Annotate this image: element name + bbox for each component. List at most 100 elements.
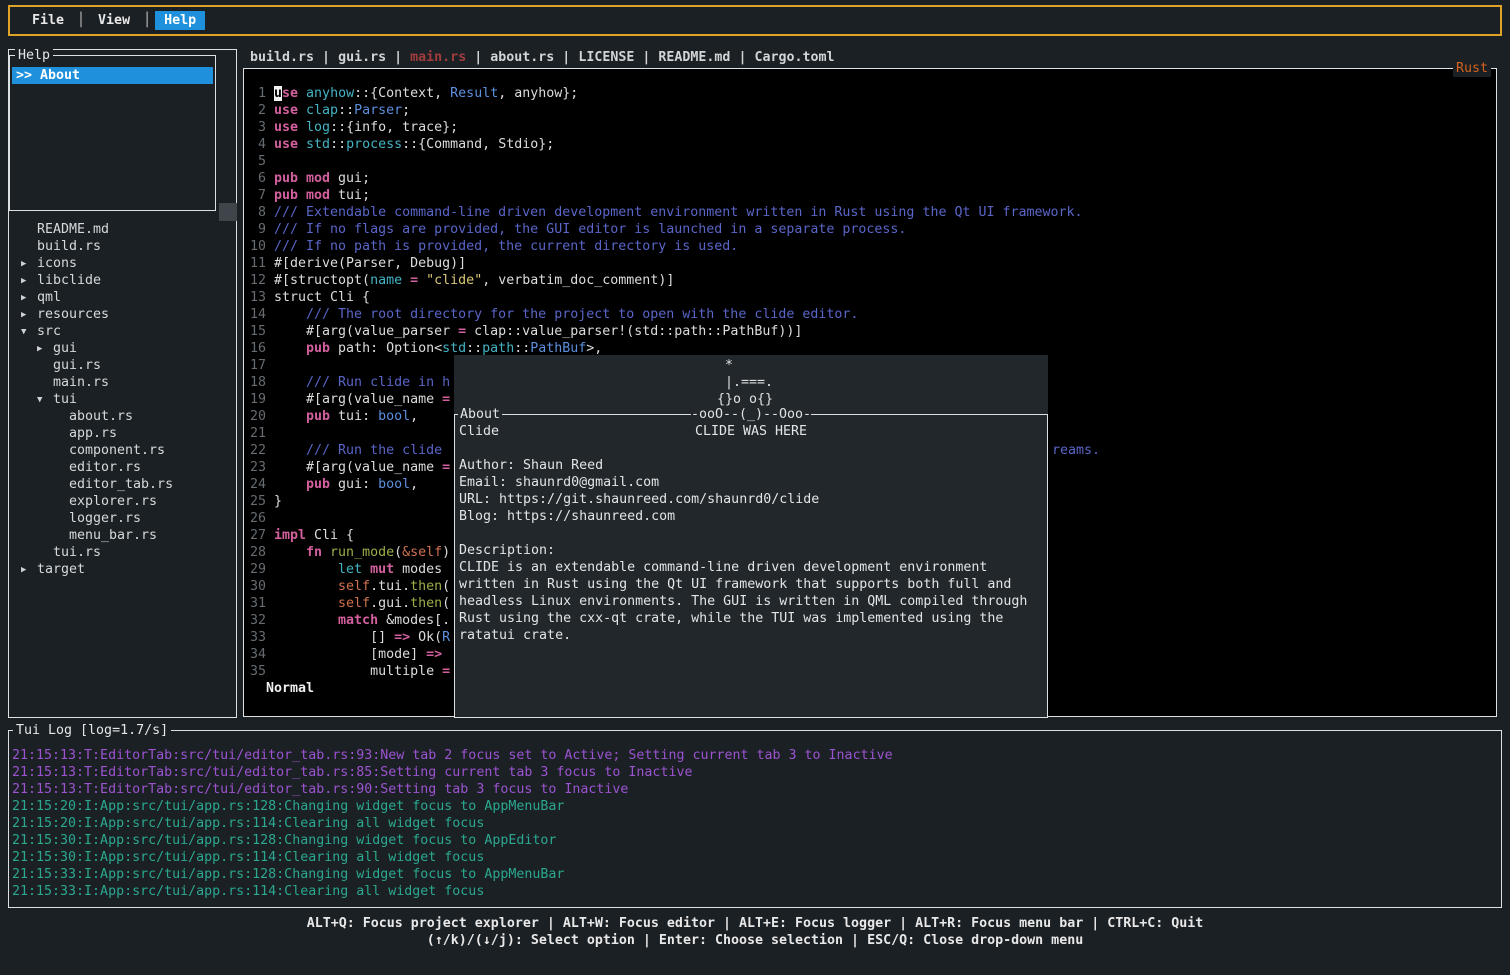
code-line[interactable]: 5 bbox=[244, 153, 1496, 170]
line-number: 27 bbox=[244, 527, 266, 544]
explorer-item-label: gui.rs bbox=[53, 358, 101, 373]
code-token: :: bbox=[466, 341, 482, 356]
about-description-line: CLIDE is an extendable command-line driv… bbox=[459, 559, 1043, 576]
line-number: 7 bbox=[244, 187, 266, 204]
explorer-item-label: src bbox=[37, 324, 61, 339]
code-line[interactable]: 8/// Extendable command-line driven deve… bbox=[244, 204, 1496, 221]
code-line[interactable]: 11 #[derive(Parser, Debug)] bbox=[244, 255, 1496, 272]
code-line[interactable]: 6pub mod gui; bbox=[244, 170, 1496, 187]
code-line[interactable]: 14 /// The root directory for the projec… bbox=[244, 306, 1496, 323]
explorer-item-app-rs[interactable]: app.rs bbox=[9, 425, 236, 442]
help-menu-item-about[interactable]: >> About bbox=[12, 67, 213, 84]
code-token: >, bbox=[586, 341, 602, 356]
code-token: , bbox=[410, 477, 418, 492]
code-line[interactable]: 4use std::process::{Command, Stdio}; bbox=[244, 136, 1496, 153]
explorer-item-label: app.rs bbox=[69, 426, 117, 441]
explorer-item-readme-md[interactable]: README.md bbox=[9, 221, 236, 238]
code-token: ::{info, trace}; bbox=[330, 120, 458, 135]
code-token: process bbox=[346, 137, 402, 152]
explorer-item-resources[interactable]: ▶resources bbox=[9, 306, 236, 323]
explorer-item-logger-rs[interactable]: logger.rs bbox=[9, 510, 236, 527]
tab-gui.rs[interactable]: gui.rs bbox=[338, 50, 386, 65]
code-line[interactable]: 15 #[arg(value_parser = clap::value_pars… bbox=[244, 323, 1496, 340]
code-line[interactable]: 7pub mod tui; bbox=[244, 187, 1496, 204]
about-field: Author: Shaun Reed bbox=[459, 457, 1043, 474]
code-text: struct Cli { bbox=[274, 290, 370, 305]
line-number: 11 bbox=[244, 255, 266, 272]
tab-license[interactable]: LICENSE bbox=[578, 50, 634, 65]
explorer-item-editor-tab-rs[interactable]: editor_tab.rs bbox=[9, 476, 236, 493]
code-line[interactable]: 9/// If no flags are provided, the GUI e… bbox=[244, 221, 1496, 238]
tab-main.rs[interactable]: main.rs bbox=[410, 50, 466, 65]
code-line[interactable]: 1use anyhow::{Context, Result, anyhow}; bbox=[244, 85, 1496, 102]
log-line: 21:15:30:I:App:src/tui/app.rs:114:Cleari… bbox=[12, 849, 1501, 866]
code-token: &self bbox=[402, 545, 442, 560]
explorer-scrollbar-thumb[interactable] bbox=[219, 203, 237, 221]
code-text: #[arg(value_parser = clap::value_parser!… bbox=[274, 324, 802, 339]
code-token: ::{Context, bbox=[354, 86, 450, 101]
code-token: /// Extendable command-line driven devel… bbox=[274, 205, 1083, 220]
log-line: 21:15:33:I:App:src/tui/app.rs:128:Changi… bbox=[12, 866, 1501, 883]
explorer-item-label: menu_bar.rs bbox=[69, 528, 157, 543]
code-line[interactable]: 2use clap::Parser; bbox=[244, 102, 1496, 119]
tab-readme.md[interactable]: README.md bbox=[658, 50, 730, 65]
tab-cargo.toml[interactable]: Cargo.toml bbox=[754, 50, 834, 65]
tab-separator: | bbox=[314, 50, 338, 65]
editor-tab-bar: build.rs | gui.rs | main.rs | about.rs |… bbox=[250, 49, 835, 66]
explorer-item-tui[interactable]: ▼tui bbox=[9, 391, 236, 408]
explorer-item-gui-rs[interactable]: gui.rs bbox=[9, 357, 236, 374]
code-token: tui: bbox=[330, 409, 378, 424]
explorer-item-main-rs[interactable]: main.rs bbox=[9, 374, 236, 391]
line-number: 34 bbox=[244, 646, 266, 663]
menu-item-view[interactable]: View bbox=[89, 11, 139, 30]
explorer-item-tui-rs[interactable]: tui.rs bbox=[9, 544, 236, 561]
help-dropdown-title: Help bbox=[15, 47, 53, 64]
line-number: 28 bbox=[244, 544, 266, 561]
explorer-item-label: tui bbox=[53, 392, 77, 407]
code-token: = bbox=[458, 324, 466, 339]
explorer-item-label: component.rs bbox=[69, 443, 165, 458]
tab-about.rs[interactable]: about.rs bbox=[490, 50, 554, 65]
code-text: use anyhow::{Context, Result, anyhow}; bbox=[274, 86, 578, 101]
explorer-item-menu-bar-rs[interactable]: menu_bar.rs bbox=[9, 527, 236, 544]
chevron-collapsed-icon: ▶ bbox=[21, 273, 37, 290]
menu-separator: │ bbox=[143, 12, 151, 29]
code-text: match &modes[. bbox=[274, 613, 450, 628]
about-app-name-row: ClideCLIDE WAS HERE bbox=[459, 423, 1043, 440]
code-text: pub mod gui; bbox=[274, 171, 370, 186]
code-line[interactable]: 3use log::{info, trace}; bbox=[244, 119, 1496, 136]
explorer-item-qml[interactable]: ▶qml bbox=[9, 289, 236, 306]
about-description-line: Rust using the cxx-qt crate, while the T… bbox=[459, 610, 1043, 627]
explorer-item-explorer-rs[interactable]: explorer.rs bbox=[9, 493, 236, 510]
code-token: match bbox=[274, 613, 378, 628]
menu-item-help[interactable]: Help bbox=[155, 11, 205, 30]
code-line[interactable]: 13 struct Cli { bbox=[244, 289, 1496, 306]
code-token: PathBuf bbox=[530, 341, 586, 356]
code-token: } bbox=[274, 494, 282, 509]
code-token: => bbox=[394, 630, 410, 645]
about-description-line: ratatui crate. bbox=[459, 627, 1043, 644]
explorer-item-editor-rs[interactable]: editor.rs bbox=[9, 459, 236, 476]
explorer-item-component-rs[interactable]: component.rs bbox=[9, 442, 236, 459]
line-number: 13 bbox=[244, 289, 266, 306]
tab-build.rs[interactable]: build.rs bbox=[250, 50, 314, 65]
explorer-item-gui[interactable]: ▶gui bbox=[9, 340, 236, 357]
tui-log-title: Tui Log [log=1.7/s] bbox=[13, 722, 171, 739]
code-token: #[derive(Parser, Debug)] bbox=[274, 256, 466, 271]
code-text: fn run_mode(&self) bbox=[274, 545, 450, 560]
menu-item-file[interactable]: File bbox=[23, 11, 73, 30]
explorer-item-icons[interactable]: ▶icons bbox=[9, 255, 236, 272]
code-line[interactable]: 12#[structopt(name = "clide", verbatim_d… bbox=[244, 272, 1496, 289]
line-number: 26 bbox=[244, 510, 266, 527]
code-line[interactable]: 10/// If no path is provided, the curren… bbox=[244, 238, 1496, 255]
tab-separator: | bbox=[634, 50, 658, 65]
explorer-item-build-rs[interactable]: build.rs bbox=[9, 238, 236, 255]
explorer-item-target[interactable]: ▶target bbox=[9, 561, 236, 578]
app-root: File│View│Help README.mdbuild.rs▶icons▶l… bbox=[0, 0, 1510, 975]
explorer-item-libclide[interactable]: ▶libclide bbox=[9, 272, 236, 289]
explorer-item-src[interactable]: ▼src bbox=[9, 323, 236, 340]
code-token: tui; bbox=[338, 188, 370, 203]
explorer-item-about-rs[interactable]: about.rs bbox=[9, 408, 236, 425]
code-token: ::{Command, Stdio}; bbox=[402, 137, 554, 152]
code-token: :: bbox=[330, 137, 346, 152]
